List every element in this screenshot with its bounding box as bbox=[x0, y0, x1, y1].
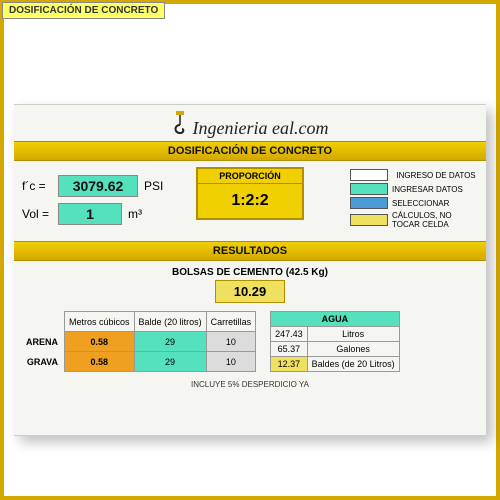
col-carretillas: Carretillas bbox=[206, 312, 256, 332]
agua-table: AGUA 247.43 Litros 65.37 Galones 12.37 B… bbox=[270, 311, 400, 372]
table-row: 65.37 Galones bbox=[271, 342, 400, 357]
fc-unit: PSI bbox=[144, 179, 163, 193]
row-grava: GRAVA bbox=[22, 352, 65, 372]
sheet: Ingenieria eal.com DOSIFICACIÓN DE CONCR… bbox=[14, 104, 486, 436]
swatch-select bbox=[350, 197, 388, 209]
col-m3: Metros cúbicos bbox=[65, 312, 135, 332]
logo-row: Ingenieria eal.com bbox=[14, 105, 486, 141]
row-arena: ARENA bbox=[22, 332, 65, 352]
table-row: ARENA 0.58 29 10 bbox=[22, 332, 256, 352]
bolsas-label: BOLSAS DE CEMENTO (42.5 Kg) bbox=[14, 267, 486, 278]
top-tag: DOSIFICACIÓN DE CONCRETO bbox=[2, 2, 165, 19]
proportion-box: PROPORCIÓN 1:2:2 bbox=[196, 167, 304, 220]
crane-hook-icon bbox=[171, 111, 189, 139]
fc-field: f´c = 3079.62 PSI bbox=[22, 175, 202, 197]
legend: INGRESO DE DATOS INGRESAR DATOS SELECCIO… bbox=[350, 167, 480, 231]
banner-main: DOSIFICACIÓN DE CONCRETO bbox=[14, 141, 486, 161]
inputs-row: f´c = 3079.62 PSI Vol = 1 m³ PROPORCIÓN … bbox=[14, 161, 486, 235]
bolsas-value: 10.29 bbox=[215, 280, 285, 303]
footnote: INCLUYE 5% DESPERDICIO YA bbox=[14, 380, 486, 389]
vol-unit: m³ bbox=[128, 207, 142, 221]
legend-seleccionar: SELECCIONAR bbox=[350, 197, 480, 209]
swatch-enter bbox=[350, 183, 388, 195]
table-row: 12.37 Baldes (de 20 Litros) bbox=[271, 357, 400, 372]
legend-ingresar: INGRESAR DATOS bbox=[350, 183, 480, 195]
proportion-value: 1:2:2 bbox=[198, 184, 302, 218]
materials-table: Metros cúbicos Balde (20 litros) Carreti… bbox=[22, 311, 256, 372]
fc-label: f´c = bbox=[22, 179, 58, 193]
vol-field: Vol = 1 m³ bbox=[22, 203, 202, 225]
swatch-calc bbox=[350, 214, 388, 226]
table-row: 247.43 Litros bbox=[271, 327, 400, 342]
legend-calculos: CÁLCULOS, NO TOCAR CELDA bbox=[350, 211, 480, 229]
proportion-label: PROPORCIÓN bbox=[198, 169, 302, 184]
inputs-left: f´c = 3079.62 PSI Vol = 1 m³ bbox=[22, 169, 202, 231]
legend-ingreso: INGRESO DE DATOS bbox=[350, 169, 480, 181]
vol-input[interactable]: 1 bbox=[58, 203, 122, 225]
vol-label: Vol = bbox=[22, 207, 58, 221]
document-frame: DOSIFICACIÓN DE CONCRETO Ingenieria eal.… bbox=[0, 0, 500, 500]
bolsas-block: BOLSAS DE CEMENTO (42.5 Kg) 10.29 bbox=[14, 267, 486, 303]
brand-text: Ingenieria eal.com bbox=[193, 118, 329, 138]
fc-input[interactable]: 3079.62 bbox=[58, 175, 138, 197]
bottom-tables: Metros cúbicos Balde (20 litros) Carreti… bbox=[14, 307, 486, 374]
agua-title: AGUA bbox=[271, 312, 400, 327]
swatch-input bbox=[350, 169, 388, 181]
banner-results: RESULTADOS bbox=[14, 241, 486, 261]
col-balde: Balde (20 litros) bbox=[134, 312, 206, 332]
table-row: GRAVA 0.58 29 10 bbox=[22, 352, 256, 372]
